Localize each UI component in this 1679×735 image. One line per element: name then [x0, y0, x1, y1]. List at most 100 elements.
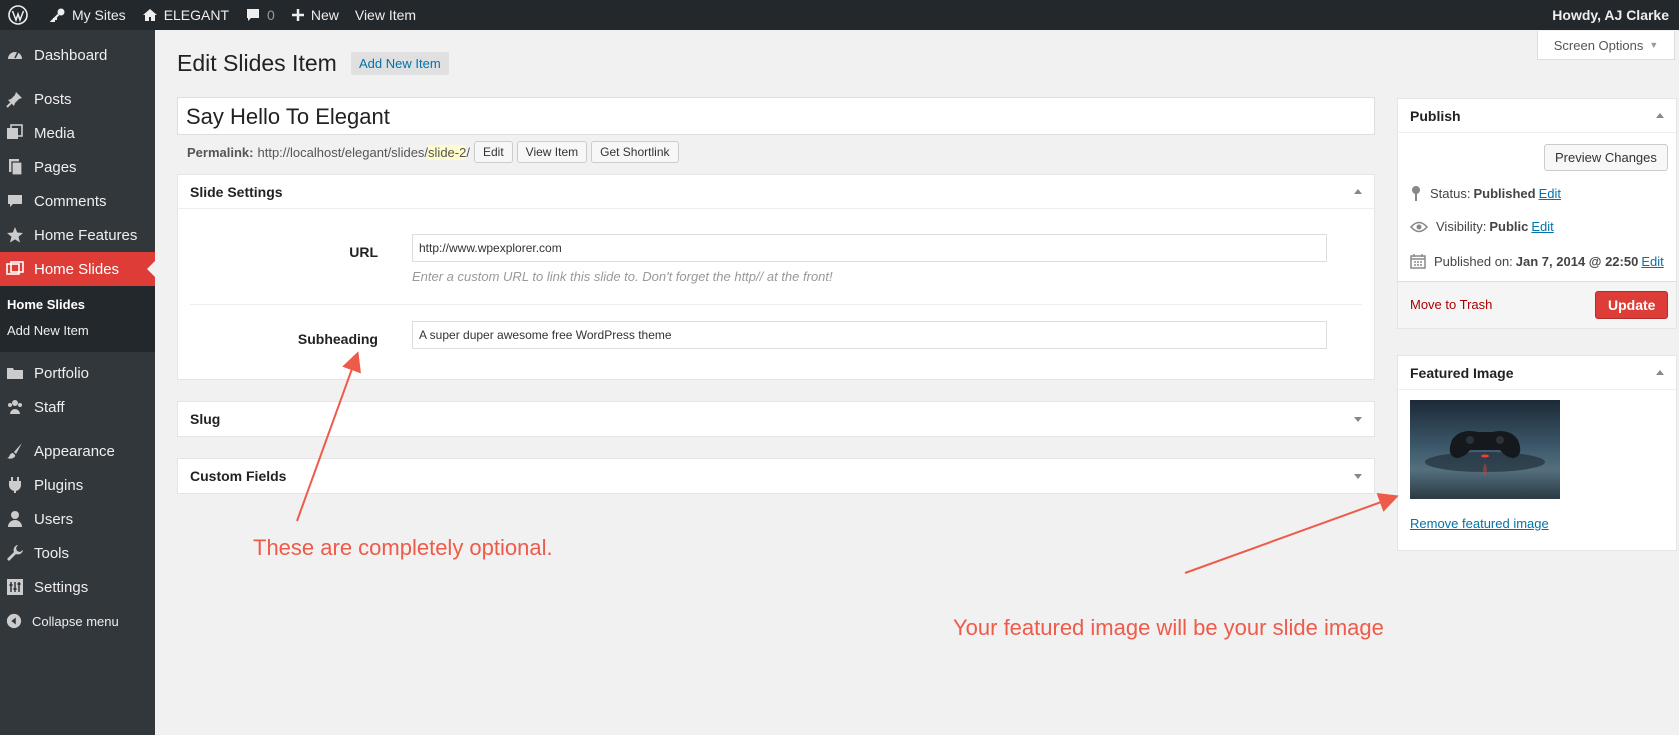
sidebar-item-appearance[interactable]: Appearance	[0, 434, 155, 468]
pin-icon	[6, 92, 22, 108]
sidebar-item-label: Media	[34, 124, 75, 142]
view-item-button[interactable]: View Item	[516, 141, 588, 163]
sidebar-item-plugins[interactable]: Plugins	[0, 468, 155, 502]
new-content-menu[interactable]: New	[283, 0, 347, 30]
pages-icon	[9, 159, 23, 176]
submenu-item-add-new[interactable]: Add New Item	[0, 318, 155, 344]
sidebar-item-pages[interactable]: Pages	[0, 150, 155, 184]
collapse-toggle-icon[interactable]	[1656, 113, 1664, 118]
account-menu[interactable]: Howdy, AJ Clarke	[1544, 0, 1679, 30]
sidebar-item-label: Posts	[34, 90, 72, 108]
permalink-edit-button[interactable]: Edit	[473, 141, 513, 163]
url-input[interactable]: http://www.wpexplorer.com	[412, 234, 1327, 262]
expand-toggle-icon[interactable]	[1354, 416, 1362, 422]
my-sites-menu[interactable]: My Sites	[42, 0, 134, 30]
screen-options-tab[interactable]: Screen Options ▼	[1537, 31, 1675, 60]
sidebar-item-media[interactable]: Media	[0, 116, 155, 150]
comments-menu[interactable]: 0	[237, 0, 283, 30]
visibility-value: Public	[1489, 219, 1529, 234]
status-edit-link[interactable]: Edit	[1539, 186, 1561, 201]
media-icon	[7, 124, 23, 139]
wrench-icon	[7, 545, 23, 561]
status-value: Published	[1473, 185, 1536, 201]
visibility-row: Visibility: Public Edit	[1410, 219, 1554, 234]
get-shortlink-button[interactable]: Get Shortlink	[591, 141, 679, 163]
admin-bar: My Sites ELEGANT 0 New View Item Howdy, …	[0, 0, 1679, 30]
staff-icon	[8, 400, 22, 414]
preview-changes-button[interactable]: Preview Changes	[1544, 144, 1668, 171]
publish-header[interactable]: Publish	[1398, 99, 1676, 133]
permalink-label: Permalink:	[187, 144, 254, 160]
sidebar-item-posts[interactable]: Posts	[0, 82, 155, 116]
featured-image-annotation: Your featured image will be your slide i…	[953, 615, 1384, 640]
slides-icon	[6, 261, 24, 275]
sidebar-item-settings[interactable]: Settings	[0, 570, 155, 604]
slide-settings-header[interactable]: Slide Settings	[178, 175, 1374, 209]
url-label: URL	[349, 244, 378, 260]
sidebar-item-tools[interactable]: Tools	[0, 536, 155, 570]
view-item-link[interactable]: View Item	[347, 0, 424, 30]
status-label: Status:	[1430, 185, 1471, 201]
featured-image-header[interactable]: Featured Image	[1398, 356, 1676, 390]
featured-image-thumbnail[interactable]	[1410, 400, 1560, 499]
sidebar-item-comments[interactable]: Comments	[0, 184, 155, 218]
published-value: Jan 7, 2014 @ 22:50	[1515, 253, 1639, 269]
remove-featured-image-link[interactable]: Remove featured image	[1410, 516, 1549, 531]
sidebar-item-label: Settings	[34, 578, 89, 596]
admin-sidebar: Dashboard Posts Media Pages Comments Hom…	[0, 30, 155, 735]
url-description: Enter a custom URL to link this slide to…	[412, 269, 833, 284]
sidebar-item-label: Comments	[34, 192, 107, 210]
publish-box: Publish Preview Changes Status: Publishe…	[1397, 98, 1677, 329]
permalink-base[interactable]: http://localhost/elegant/slides/	[257, 145, 428, 160]
sidebar-item-home-features[interactable]: Home Features	[0, 218, 155, 252]
star-icon	[7, 227, 23, 243]
sidebar-item-dashboard[interactable]: Dashboard	[0, 38, 155, 72]
sidebar-item-staff[interactable]: Staff	[0, 390, 155, 424]
sidebar-item-label: Users	[34, 510, 74, 528]
wordpress-icon	[8, 5, 28, 25]
collapse-toggle-icon[interactable]	[1656, 370, 1664, 375]
comment-icon	[8, 195, 22, 207]
subheading-input[interactable]: A super duper awesome free WordPress the…	[412, 321, 1327, 349]
publish-actions: Move to Trash Update	[1398, 281, 1676, 328]
site-name-label: ELEGANT	[163, 7, 230, 23]
submenu-item-home-slides[interactable]: Home Slides	[0, 292, 155, 318]
view-item-label: View Item	[354, 7, 417, 23]
user-icon	[8, 511, 22, 527]
plug-icon	[9, 477, 21, 493]
arrow-to-featured-image	[1184, 493, 1399, 574]
screen-options-label: Screen Options	[1553, 37, 1644, 53]
collapse-toggle-icon[interactable]	[1354, 189, 1362, 194]
pin-icon	[1412, 186, 1420, 201]
published-on-row: Published on: Jan 7, 2014 @ 22:50 Edit	[1410, 253, 1664, 269]
settings-icon	[7, 579, 23, 595]
plus-icon	[291, 9, 304, 21]
permalink-slug[interactable]: slide-2	[428, 144, 467, 160]
custom-fields-header[interactable]: Custom Fields	[178, 459, 1374, 493]
slug-box: Slug	[177, 401, 1375, 437]
post-title-input[interactable]: Say Hello To Elegant	[177, 97, 1375, 135]
sidebar-item-users[interactable]: Users	[0, 502, 155, 536]
comment-bubble-icon	[247, 9, 260, 21]
wordpress-logo[interactable]	[0, 0, 42, 30]
key-icon	[50, 8, 65, 22]
my-sites-label: My Sites	[72, 7, 126, 23]
published-edit-link[interactable]: Edit	[1641, 254, 1663, 269]
move-to-trash-link[interactable]: Move to Trash	[1410, 297, 1492, 312]
sidebar-item-label: Home Features	[34, 226, 138, 244]
sidebar-item-home-slides[interactable]: Home Slides	[0, 252, 155, 286]
slug-header[interactable]: Slug	[178, 402, 1374, 436]
sidebar-item-portfolio[interactable]: Portfolio	[0, 356, 155, 390]
custom-fields-box: Custom Fields	[177, 458, 1375, 494]
site-name-menu[interactable]: ELEGANT	[134, 0, 237, 30]
expand-toggle-icon[interactable]	[1354, 473, 1362, 479]
sidebar-item-label: Portfolio	[34, 364, 90, 382]
game-controller-image	[1425, 431, 1545, 476]
update-button[interactable]: Update	[1595, 291, 1669, 319]
collapse-menu-button[interactable]: Collapse menu	[0, 604, 155, 638]
visibility-edit-link[interactable]: Edit	[1531, 219, 1553, 234]
collapse-arrow-icon	[6, 613, 22, 629]
add-new-item-button[interactable]: Add New Item	[351, 52, 449, 75]
comments-count: 0	[267, 7, 275, 23]
featured-image-box: Featured Image Remove featured image	[1397, 355, 1677, 551]
